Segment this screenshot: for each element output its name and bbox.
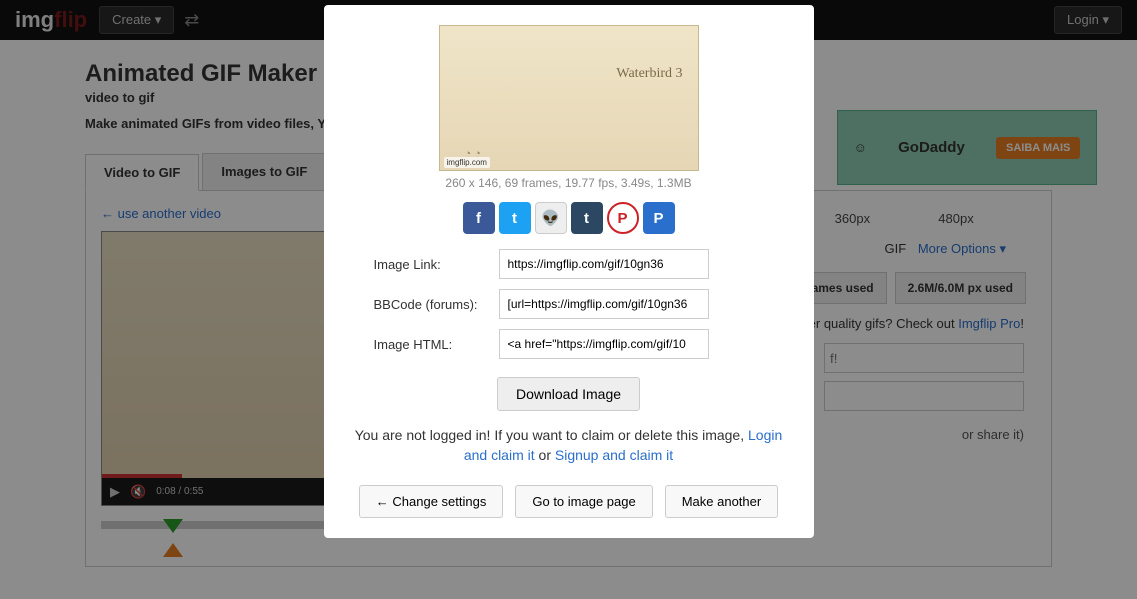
sketch-figures: ◔ ◔ (465, 148, 481, 160)
sketch-title: Waterbird 3 (616, 66, 682, 82)
pinterest-icon[interactable]: P (607, 202, 639, 234)
bbcode-row: BBCode (forums): (344, 289, 794, 319)
modal-buttons: ← Change settings Go to image page Make … (344, 485, 794, 518)
social-row: f t 👽 t P P (344, 202, 794, 234)
html-label: Image HTML: (344, 337, 484, 352)
signup-claim-link[interactable]: Signup and claim it (555, 447, 673, 463)
download-button[interactable]: Download Image (497, 377, 640, 411)
plurk-icon[interactable]: P (643, 202, 675, 234)
link-label: Image Link: (344, 257, 484, 272)
twitter-icon[interactable]: t (499, 202, 531, 234)
html-row: Image HTML: (344, 329, 794, 359)
link-row: Image Link: (344, 249, 794, 279)
link-input[interactable] (499, 249, 709, 279)
make-another-button[interactable]: Make another (665, 485, 779, 518)
facebook-icon[interactable]: f (463, 202, 495, 234)
tumblr-icon[interactable]: t (571, 202, 603, 234)
gif-preview: Waterbird 3 ◔ ◔ (439, 25, 699, 171)
goto-page-button[interactable]: Go to image page (515, 485, 652, 518)
modal-overlay: Waterbird 3 ◔ ◔ 260 x 146, 69 frames, 19… (0, 0, 1137, 599)
login-note: You are not logged in! If you want to cl… (344, 426, 794, 465)
result-modal: Waterbird 3 ◔ ◔ 260 x 146, 69 frames, 19… (324, 5, 814, 538)
change-settings-button[interactable]: ← Change settings (359, 485, 504, 518)
reddit-icon[interactable]: 👽 (535, 202, 567, 234)
bbcode-input[interactable] (499, 289, 709, 319)
gif-meta: 260 x 146, 69 frames, 19.77 fps, 3.49s, … (344, 176, 794, 190)
html-input[interactable] (499, 329, 709, 359)
bbcode-label: BBCode (forums): (344, 297, 484, 312)
